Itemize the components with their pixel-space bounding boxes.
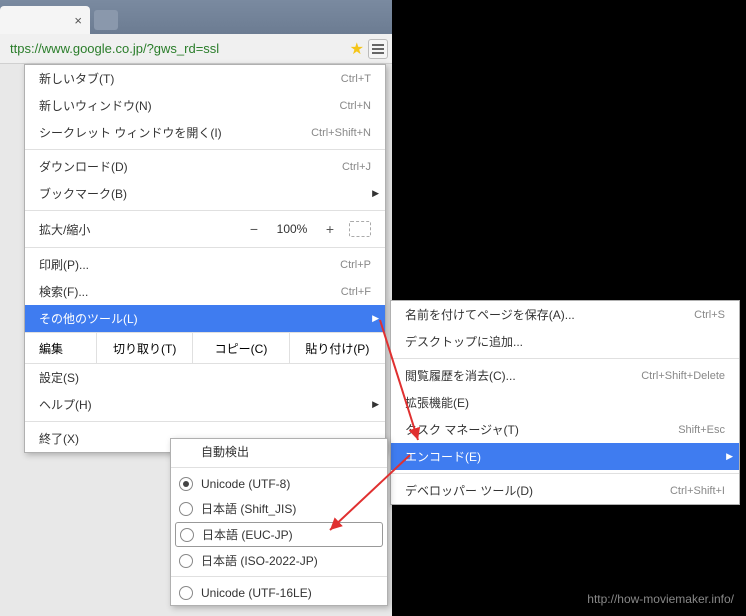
menu-print[interactable]: 印刷(P)...Ctrl+P xyxy=(25,251,385,278)
encoding-iso2022[interactable]: 日本語 (ISO-2022-JP) xyxy=(171,548,387,573)
paste-button[interactable]: 貼り付け(P) xyxy=(290,333,385,363)
more-tools-submenu: 名前を付けてページを保存(A)...Ctrl+S デスクトップに追加... 閲覧… xyxy=(390,300,740,505)
bookmark-star-icon[interactable]: ★ xyxy=(350,39,364,59)
encoding-auto[interactable]: 自動検出 xyxy=(171,439,387,464)
menu-downloads[interactable]: ダウンロード(D)Ctrl+J xyxy=(25,153,385,180)
zoom-in-button[interactable]: + xyxy=(317,221,343,237)
encoding-eucjp[interactable]: 日本語 (EUC-JP) xyxy=(175,522,383,547)
radio-icon xyxy=(179,554,193,568)
submenu-arrow-icon: ▶ xyxy=(726,451,733,462)
menu-incognito[interactable]: シークレット ウィンドウを開く(I)Ctrl+Shift+N xyxy=(25,119,385,146)
menu-zoom: 拡大/縮小 − 100% + xyxy=(25,214,385,244)
submenu-save-as[interactable]: 名前を付けてページを保存(A)...Ctrl+S xyxy=(391,301,739,328)
menu-separator xyxy=(391,473,739,474)
submenu-arrow-icon: ▶ xyxy=(372,188,379,199)
submenu-task-manager[interactable]: タスク マネージャ(T)Shift+Esc xyxy=(391,416,739,443)
menu-separator xyxy=(25,210,385,211)
new-tab-button[interactable] xyxy=(94,10,118,30)
menu-new-tab[interactable]: 新しいタブ(T)Ctrl+T xyxy=(25,65,385,92)
encoding-sjis[interactable]: 日本語 (Shift_JIS) xyxy=(171,496,387,521)
cut-button[interactable]: 切り取り(T) xyxy=(97,333,193,363)
browser-tab[interactable]: × xyxy=(0,6,90,34)
submenu-arrow-icon: ▶ xyxy=(372,313,379,324)
encoding-utf16le[interactable]: Unicode (UTF-16LE) xyxy=(171,580,387,605)
menu-edit-row: 編集 切り取り(T) コピー(C) 貼り付け(P) xyxy=(25,332,385,364)
menu-button[interactable] xyxy=(368,39,388,59)
radio-icon xyxy=(179,586,193,600)
menu-separator xyxy=(25,247,385,248)
menu-separator xyxy=(25,421,385,422)
zoom-out-button[interactable]: − xyxy=(241,221,267,237)
tab-strip: × xyxy=(0,0,392,34)
radio-icon xyxy=(179,477,193,491)
address-bar: ttps://www.google.co.jp/?gws_rd=ssl ★ xyxy=(0,34,392,64)
menu-bookmarks[interactable]: ブックマーク(B)▶ xyxy=(25,180,385,207)
menu-settings[interactable]: 設定(S) xyxy=(25,364,385,391)
main-menu: 新しいタブ(T)Ctrl+T 新しいウィンドウ(N)Ctrl+N シークレット … xyxy=(24,64,386,453)
zoom-value: 100% xyxy=(267,222,317,236)
watermark: http://how-moviemaker.info/ xyxy=(587,592,734,606)
url-text[interactable]: ttps://www.google.co.jp/?gws_rd=ssl xyxy=(4,41,346,56)
radio-icon xyxy=(180,528,194,542)
submenu-encoding[interactable]: エンコード(E)▶ xyxy=(391,443,739,470)
fullscreen-icon[interactable] xyxy=(349,221,371,237)
edit-label: 編集 xyxy=(25,333,97,363)
encoding-submenu: 自動検出 Unicode (UTF-8) 日本語 (Shift_JIS) 日本語… xyxy=(170,438,388,606)
menu-find[interactable]: 検索(F)...Ctrl+F xyxy=(25,278,385,305)
menu-separator xyxy=(171,467,387,468)
submenu-extensions[interactable]: 拡張機能(E) xyxy=(391,389,739,416)
submenu-add-desktop[interactable]: デスクトップに追加... xyxy=(391,328,739,355)
menu-new-window[interactable]: 新しいウィンドウ(N)Ctrl+N xyxy=(25,92,385,119)
submenu-arrow-icon: ▶ xyxy=(372,399,379,410)
zoom-label: 拡大/縮小 xyxy=(39,221,241,238)
copy-button[interactable]: コピー(C) xyxy=(193,333,289,363)
menu-separator xyxy=(391,358,739,359)
submenu-dev-tools[interactable]: デベロッパー ツール(D)Ctrl+Shift+I xyxy=(391,477,739,504)
menu-separator xyxy=(25,149,385,150)
radio-icon xyxy=(179,502,193,516)
menu-help[interactable]: ヘルプ(H)▶ xyxy=(25,391,385,418)
menu-more-tools[interactable]: その他のツール(L)▶ xyxy=(25,305,385,332)
submenu-clear-history[interactable]: 閲覧履歴を消去(C)...Ctrl+Shift+Delete xyxy=(391,362,739,389)
menu-separator xyxy=(171,576,387,577)
close-tab-icon[interactable]: × xyxy=(74,13,82,28)
encoding-utf8[interactable]: Unicode (UTF-8) xyxy=(171,471,387,496)
